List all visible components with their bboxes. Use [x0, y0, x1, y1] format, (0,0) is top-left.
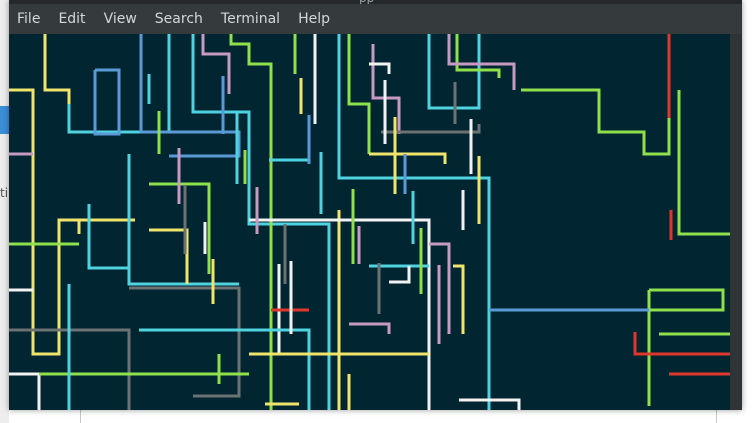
pipe-segment — [93, 68, 121, 136]
pipe-segment — [87, 204, 129, 270]
menu-view[interactable]: View — [95, 4, 146, 34]
menu-help[interactable]: Help — [289, 4, 339, 34]
pipes-animation — [9, 34, 730, 410]
terminal-scrollbar[interactable] — [730, 34, 742, 410]
pipe-segment — [369, 152, 447, 164]
menu-edit[interactable]: Edit — [49, 4, 94, 34]
menu-search[interactable]: Search — [146, 4, 212, 34]
pipe-segment — [43, 34, 71, 132]
pipe-segment — [453, 264, 465, 334]
pipe-segment — [201, 34, 231, 94]
pipe-segment — [9, 372, 41, 410]
pipe-segment — [149, 228, 189, 284]
pipe-segment — [389, 266, 411, 284]
background-partial-label: ti — [0, 186, 9, 200]
terminal-window: pp File Edit View Search Terminal Help — [9, 0, 742, 410]
pipe-segment — [447, 34, 516, 90]
pipe-segment — [521, 34, 671, 156]
background-window-edge — [0, 0, 9, 423]
pipe-segment — [129, 286, 241, 398]
terminal-viewport[interactable] — [9, 34, 730, 410]
menu-file[interactable]: File — [9, 4, 49, 34]
background-selected-item — [0, 106, 9, 134]
pipe-segment — [347, 34, 371, 154]
pipe-segment — [349, 322, 391, 334]
menu-bar: File Edit View Search Terminal Help — [9, 4, 742, 34]
pipe-segment — [649, 288, 725, 312]
background-window-bottom — [80, 410, 717, 423]
pipe-segment — [677, 90, 730, 236]
pipe-segment — [139, 328, 311, 410]
menu-terminal[interactable]: Terminal — [212, 4, 289, 34]
desktop: ti pp File Edit View Search Terminal Hel… — [0, 0, 755, 423]
